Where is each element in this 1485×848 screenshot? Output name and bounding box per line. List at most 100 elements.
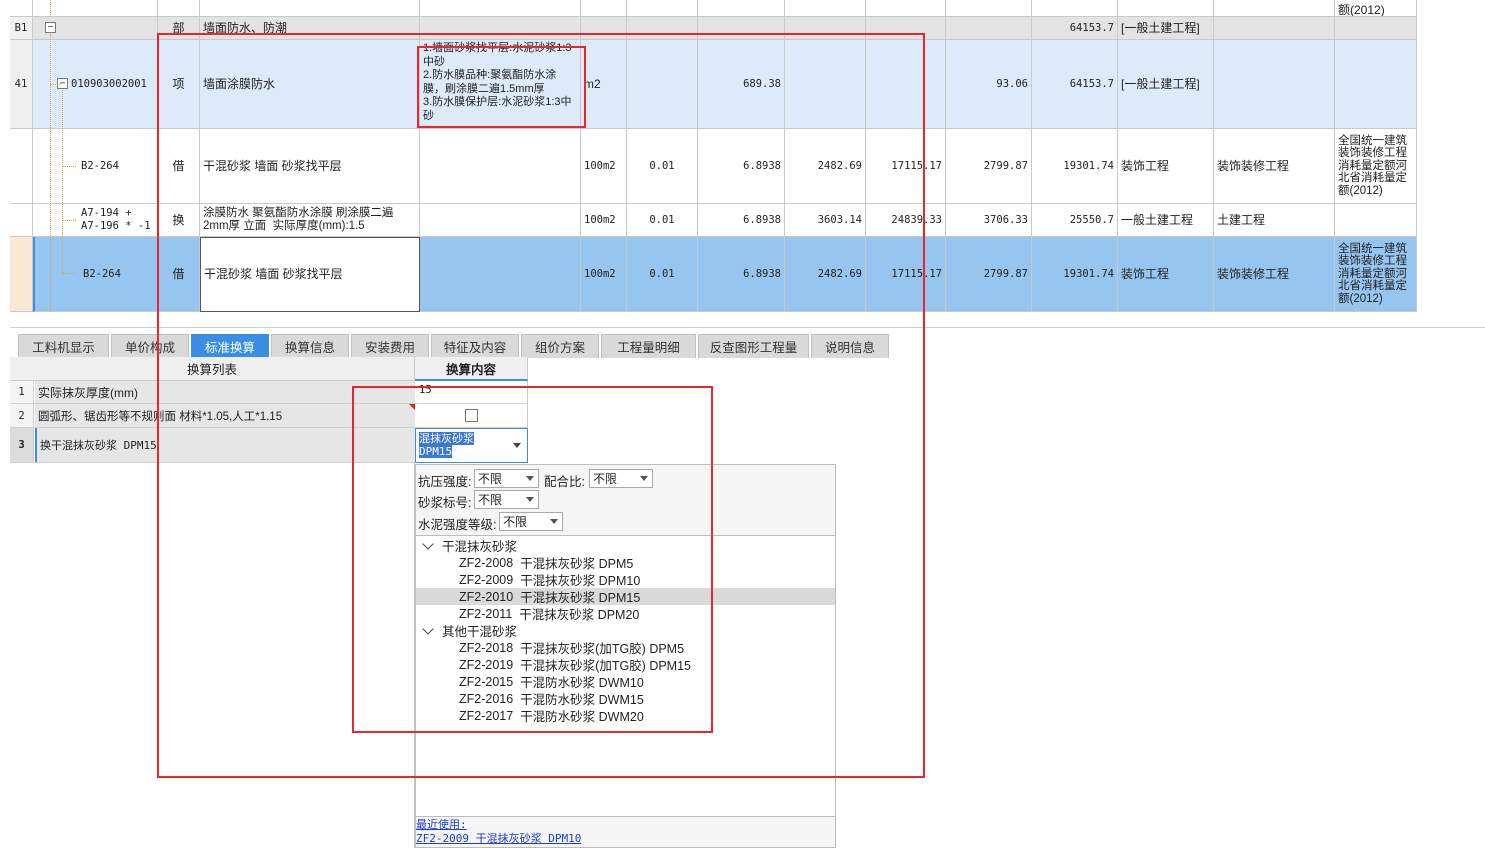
mix-ratio-select[interactable]: 不限: [589, 469, 653, 488]
mortar-dropdown-panel: 抗压强度: 不限 配合比: 不限 砂浆标号: 不限 水泥强度等级: 不限 干混抹…: [415, 464, 836, 848]
quantity-cell: 6.8938: [698, 204, 785, 237]
tab-standard-conversion[interactable]: 标准换算: [191, 334, 269, 358]
unit-price-cell: 2799.87: [946, 129, 1032, 204]
list-item[interactable]: ZF2-2015 干混防水砂浆 DWM10: [416, 673, 835, 691]
name-input[interactable]: 干混砂浆 墙面 砂浆找平层: [200, 237, 420, 312]
tab-install-fee[interactable]: 安装费用: [351, 334, 429, 358]
name-cell: 墙面防水、防潮: [200, 17, 420, 40]
amount-cell: [866, 17, 946, 40]
amount-cell: [866, 0, 946, 17]
code-cell: −: [33, 17, 158, 40]
row-number: 3: [10, 428, 34, 462]
conversion-label: 圆弧形、锯齿形等不规则面 材料*1.05,人工*1.15: [35, 404, 415, 427]
row-number-cell: [10, 237, 33, 312]
unit-cell: 100m2: [581, 204, 627, 237]
mortar-grade-label: 砂浆标号:: [418, 496, 472, 510]
quantity-cell: 6.8938: [698, 237, 785, 312]
table-row-selected[interactable]: B2-264 借 干混砂浆 墙面 砂浆找平层 100m2 0.01 6.8938…: [10, 237, 1417, 312]
tab-features[interactable]: 特征及内容: [431, 334, 519, 358]
chevron-down-icon: [640, 476, 648, 481]
list-item[interactable]: ZF2-2019 干混抹灰砂浆(加TG胶) DPM15: [416, 656, 835, 674]
detail-tab-bar: 工料机显示 单价构成 标准换算 换算信息 安装费用 特征及内容 组价方案 工程量…: [10, 327, 1485, 358]
table-row-b2-264[interactable]: B2-264 借 干混砂浆 墙面 砂浆找平层 100m2 0.01 6.8938…: [10, 129, 1417, 204]
list-item[interactable]: ZF2-2016 干混防水砂浆 DWM15: [416, 690, 835, 708]
unit-price-cell: 93.06: [946, 40, 1032, 129]
recent-item-link[interactable]: ZF2-2009 干混抹灰砂浆 DPM10: [416, 832, 581, 845]
conversion-row-1[interactable]: 1 实际抹灰厚度(mm): [10, 381, 415, 404]
coef-cell: [627, 17, 698, 40]
tab-unit-price[interactable]: 单价构成: [111, 334, 189, 358]
tree-connector: [50, 34, 51, 312]
category-cell: [一般土建工程]: [1118, 40, 1214, 129]
tree-connector: [50, 0, 51, 17]
chevron-down-icon[interactable]: [422, 622, 434, 635]
specialty-cell: 装饰装修工程: [1214, 129, 1335, 204]
unit-cell: 100m2: [581, 237, 627, 312]
conversion-label: 换干混抹灰砂浆 DPM15: [35, 428, 415, 462]
tree-connector: [62, 273, 76, 274]
chevron-down-icon[interactable]: [422, 537, 434, 550]
tree-group-other-dry[interactable]: 其他干混砂浆: [416, 622, 835, 639]
unit-cell: 100m2: [581, 129, 627, 204]
tree-group-dry-plaster[interactable]: 干混抹灰砂浆: [416, 537, 835, 554]
tree-connector: [62, 90, 63, 273]
table-row-a7[interactable]: A7-194 + A7-196 * -1 换 涂膜防水 聚氨酯防水涂膜 刷涂膜二…: [10, 204, 1417, 237]
conversion-list-panel: 换算列表 1 实际抹灰厚度(mm) 2 圆弧形、锯齿形等不规则面 材料*1.05…: [10, 357, 415, 848]
list-item[interactable]: ZF2-2008 干混抹灰砂浆 DPM5: [416, 554, 835, 572]
mortar-grade-select[interactable]: 不限: [474, 490, 539, 509]
type-cell: 借: [158, 129, 200, 204]
quota-cell: [1335, 204, 1417, 237]
compressive-label: 抗压强度:: [418, 475, 472, 489]
chevron-down-icon: [550, 519, 558, 524]
tab-labor-material[interactable]: 工料机显示: [18, 334, 109, 358]
tab-description[interactable]: 说明信息: [811, 334, 889, 358]
tab-conversion-info[interactable]: 换算信息: [271, 334, 349, 358]
cement-grade-select[interactable]: 不限: [499, 512, 563, 531]
price-cell: [785, 40, 866, 129]
table-row-b1[interactable]: B1 − 部 墙面防水、防潮 64153.7 [一般土建工程]: [10, 17, 1417, 40]
quota-cell: 全国统一建筑装饰装修工程消耗量定额河北省消耗量定额(2012): [1335, 237, 1417, 312]
code-cell: [33, 0, 158, 17]
type-cell: [158, 0, 200, 17]
collapse-icon[interactable]: −: [45, 22, 56, 33]
table-row[interactable]: 额(2012): [10, 0, 1417, 17]
conversion-row-2[interactable]: 2 圆弧形、锯齿形等不规则面 材料*1.05,人工*1.15: [10, 404, 415, 428]
type-cell: 部: [158, 17, 200, 40]
price-cell: [785, 17, 866, 40]
table-row-41[interactable]: 41 − 010903002001 项 墙面涂膜防水 1.墙面砂浆找平层:水泥砂…: [10, 40, 1417, 129]
list-item[interactable]: ZF2-2011 干混抹灰砂浆 DPM20: [416, 605, 835, 623]
thickness-input[interactable]: 15: [415, 381, 528, 404]
feature-cell: [420, 204, 581, 237]
tab-graphic-quantity[interactable]: 反查图形工程量: [698, 334, 809, 358]
row-number: 2: [10, 404, 34, 427]
mortar-tree-list: 干混抹灰砂浆 ZF2-2008 干混抹灰砂浆 DPM5 ZF2-2009 干混抹…: [416, 535, 835, 817]
category-cell: 一般土建工程: [1118, 204, 1214, 237]
feature-cell: [420, 237, 581, 312]
feature-cell: [420, 0, 581, 17]
irregular-surface-cell: [415, 404, 528, 428]
list-item-selected[interactable]: ZF2-2010 干混抹灰砂浆 DPM15: [416, 588, 835, 605]
tab-quantity-detail[interactable]: 工程量明细: [601, 334, 696, 358]
quantity-cell: [698, 0, 785, 17]
tab-pricing-plan[interactable]: 组价方案: [521, 334, 599, 358]
mortar-select[interactable]: 混抹灰砂浆 DPM15: [415, 428, 528, 463]
price-cell: 2482.69: [785, 237, 866, 312]
conversion-row-3[interactable]: 3 换干混抹灰砂浆 DPM15: [10, 428, 415, 463]
category-cell: 装饰工程: [1118, 129, 1214, 204]
irregular-surface-checkbox[interactable]: [465, 409, 478, 422]
chevron-down-icon[interactable]: [513, 443, 521, 448]
total-cell: [1032, 0, 1118, 17]
list-item[interactable]: ZF2-2018 干混抹灰砂浆(加TG胶) DPM5: [416, 639, 835, 657]
total-cell: 19301.74: [1032, 237, 1118, 312]
specialty-cell: [1214, 40, 1335, 129]
unit-cell: [581, 0, 627, 17]
quantity-cell: [698, 17, 785, 40]
list-item[interactable]: ZF2-2009 干混抹灰砂浆 DPM10: [416, 571, 835, 589]
tree-connector: [50, 84, 60, 85]
compressive-select[interactable]: 不限: [474, 469, 539, 488]
chevron-down-icon: [526, 497, 534, 502]
list-item[interactable]: ZF2-2017 干混防水砂浆 DWM20: [416, 707, 835, 725]
cement-grade-label: 水泥强度等级:: [418, 518, 497, 532]
specialty-cell: [1214, 0, 1335, 17]
category-cell: [一般土建工程]: [1118, 17, 1214, 40]
